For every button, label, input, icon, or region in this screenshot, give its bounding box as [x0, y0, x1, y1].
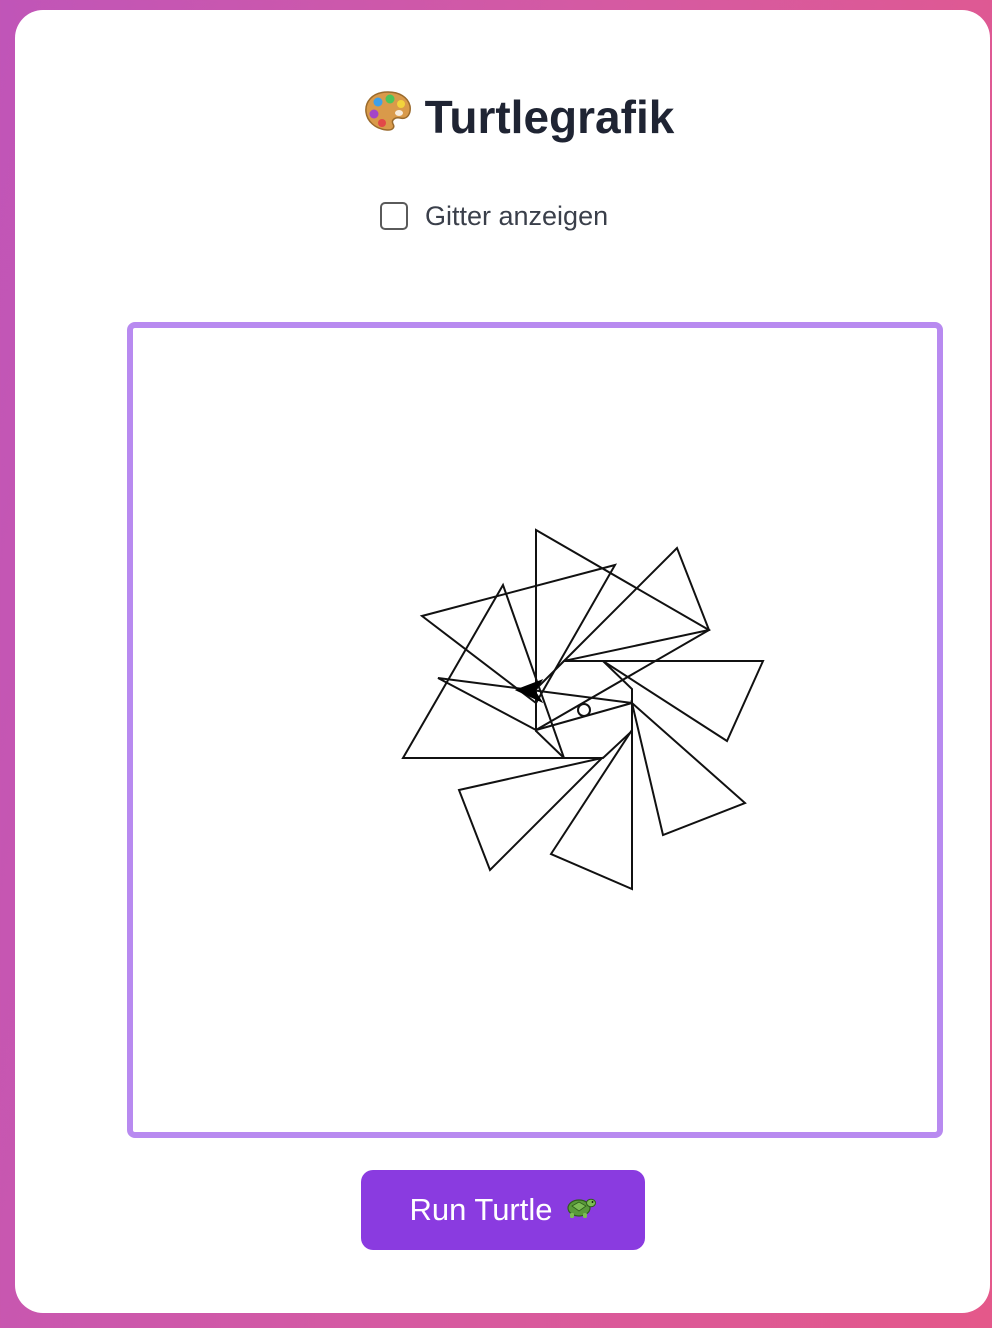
- triangle-1: [535, 528, 711, 732]
- grid-toggle[interactable]: Gitter anzeigen: [380, 186, 608, 246]
- grid-checkbox-label: Gitter anzeigen: [425, 200, 609, 231]
- grid-checkbox[interactable]: [380, 202, 408, 230]
- turtle-drawing: [401, 528, 765, 891]
- triangle-6: [599, 660, 765, 743]
- center-circle: [577, 703, 591, 717]
- triangle-3: [457, 756, 606, 872]
- turtle-icon: [563, 1192, 597, 1228]
- triangle-5: [630, 700, 747, 837]
- artist-palette-icon: [363, 86, 413, 148]
- page-title: Turtlegrafik: [15, 86, 992, 152]
- run-turtle-button[interactable]: Run Turtle: [361, 1170, 645, 1250]
- run-turtle-label: Run Turtle: [409, 1192, 553, 1227]
- turtle-canvas[interactable]: [127, 322, 943, 1138]
- triangle-2: [401, 582, 566, 759]
- page-title-text: Turtlegrafik: [424, 91, 675, 143]
- triangle-7: [560, 546, 711, 663]
- center-octagon: [535, 660, 633, 759]
- triangle-8: [419, 563, 618, 705]
- main-card: Turtlegrafik Gitter anzeigen Run Turtle: [15, 10, 990, 1313]
